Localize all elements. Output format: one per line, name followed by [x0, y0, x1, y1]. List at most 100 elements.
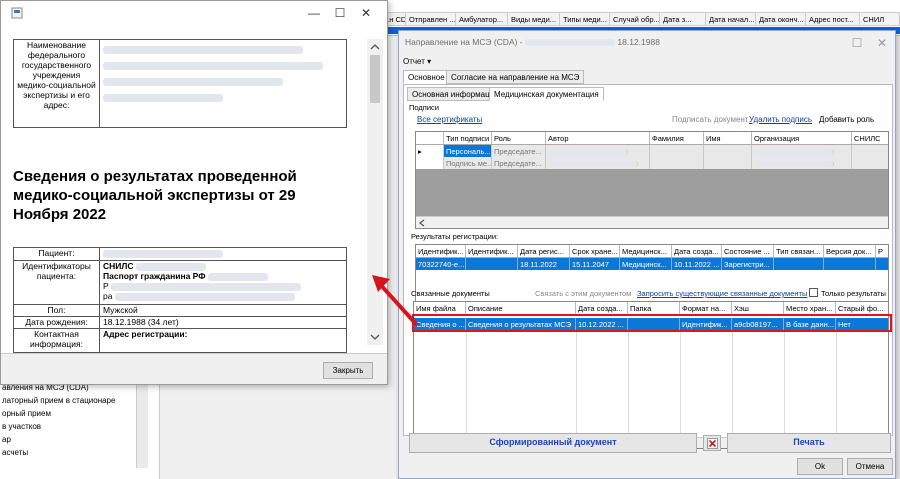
- bg-col[interactable]: Отправлен ...: [406, 13, 456, 25]
- redacted-text: [207, 272, 268, 281]
- grid-col[interactable]: Дата созда...: [672, 245, 722, 257]
- grid-col[interactable]: Место хран...: [784, 302, 836, 314]
- grid-cell[interactable]: [852, 145, 888, 157]
- grid-col[interactable]: Имя файла: [414, 302, 466, 314]
- grid-col[interactable]: Дата созда...: [576, 302, 628, 314]
- chevron-up-icon[interactable]: [370, 43, 380, 51]
- delete-document-button[interactable]: [703, 435, 721, 451]
- report-menu[interactable]: Отчет ▾: [403, 57, 431, 66]
- grid-col[interactable]: Описание: [466, 302, 576, 314]
- ok-button[interactable]: Ok: [797, 458, 843, 475]
- grid-col[interactable]: Состояние ...: [722, 245, 774, 257]
- cancel-button[interactable]: Отмена: [847, 458, 893, 475]
- grid-cell[interactable]: [704, 145, 752, 157]
- grid-cell[interactable]: [824, 258, 876, 270]
- grid-col[interactable]: Версия док...: [824, 245, 876, 257]
- grid-col[interactable]: Папка: [628, 302, 680, 314]
- list-item[interactable]: орный прием: [2, 409, 51, 418]
- table-row[interactable]: 70322740-е... 18.11.2022 15.11.2047 Меди…: [416, 258, 888, 270]
- minimize-button[interactable]: —: [301, 5, 327, 21]
- grid-cell[interactable]: [752, 157, 852, 169]
- list-item[interactable]: асчеты: [2, 448, 28, 457]
- window-title-text: Направление на МСЭ (CDA) -: [405, 37, 523, 47]
- tab-main[interactable]: Основное: [403, 70, 450, 84]
- grid-col[interactable]: Роль: [492, 132, 546, 144]
- only-results-checkbox[interactable]: [809, 288, 818, 297]
- list-item[interactable]: латорный прием в стационаре: [2, 396, 115, 405]
- list-item[interactable]: ар: [2, 435, 11, 444]
- request-related-docs-link[interactable]: Запросить существующие связанные докумен…: [637, 289, 807, 298]
- sign-document-button[interactable]: Подписать документ: [672, 115, 748, 124]
- scrollbar-thumb[interactable]: [370, 55, 380, 103]
- grid-cell[interactable]: [876, 258, 888, 270]
- bg-col[interactable]: Амбулатор...: [456, 13, 508, 25]
- chevron-left-icon[interactable]: [418, 219, 426, 227]
- grid-cell[interactable]: Зарегистри...: [722, 258, 774, 270]
- grid-cell[interactable]: 70322740-е...: [416, 258, 466, 270]
- bg-col[interactable]: Адрес пост...: [806, 13, 860, 25]
- bg-col[interactable]: Дата оконч...: [756, 13, 806, 25]
- grid-cell[interactable]: Подпись ме...: [444, 157, 492, 169]
- grid-col[interactable]: Формат на...: [680, 302, 732, 314]
- grid-cell[interactable]: Председате...: [492, 145, 546, 157]
- list-item[interactable]: в участков: [2, 422, 41, 431]
- grid-cell[interactable]: [852, 157, 888, 169]
- redacted-text: [114, 292, 295, 301]
- table-row[interactable]: Подпись ме... Председате...: [416, 157, 888, 169]
- grid-col[interactable]: [416, 132, 444, 144]
- grid-col[interactable]: Тип подписи: [444, 132, 492, 144]
- grid-cell[interactable]: [650, 145, 704, 157]
- grid-col[interactable]: Автор: [546, 132, 650, 144]
- bg-col[interactable]: Дата з...: [660, 13, 706, 25]
- grid-cell[interactable]: 18.11.2022: [518, 258, 570, 270]
- grid-col[interactable]: Организация: [752, 132, 852, 144]
- bg-col[interactable]: Дата начал...: [706, 13, 756, 25]
- grid-cell[interactable]: [466, 258, 518, 270]
- grid-cell[interactable]: Персональ...: [444, 145, 492, 157]
- identifiers-value: СНИЛС Паспорт гражданина РФ Р ра: [99, 260, 347, 305]
- grid-cell[interactable]: Медицинск...: [620, 258, 672, 270]
- chevron-down-icon[interactable]: [370, 333, 380, 341]
- maximize-button[interactable]: ☐: [844, 35, 870, 51]
- grid-cell[interactable]: Председате...: [492, 157, 546, 169]
- maximize-button[interactable]: ☐: [327, 5, 353, 21]
- close-button[interactable]: ✕: [353, 5, 379, 21]
- bg-col[interactable]: СНИЛ: [860, 13, 900, 25]
- grid-cell[interactable]: [650, 157, 704, 169]
- delete-signature-link[interactable]: Удалить подпись: [749, 115, 812, 124]
- grid-cell[interactable]: [546, 145, 650, 157]
- grid-col[interactable]: Идентифик...: [416, 245, 466, 257]
- table-row[interactable]: ▸ Персональ... Председате...: [416, 145, 888, 157]
- grid-cell[interactable]: [704, 157, 752, 169]
- add-role-button[interactable]: Добавить роль: [819, 115, 874, 124]
- tab-consent[interactable]: Согласие на направление на МСЭ: [446, 70, 585, 84]
- signatures-hscrollbar[interactable]: [416, 216, 888, 228]
- grid-cell[interactable]: [546, 157, 650, 169]
- grid-col[interactable]: Имя: [704, 132, 752, 144]
- grid-col[interactable]: Срок хране...: [570, 245, 620, 257]
- generated-document-button[interactable]: Сформированный документ: [409, 433, 697, 453]
- grid-cell[interactable]: 15.11.2047: [570, 258, 620, 270]
- grid-cell[interactable]: [774, 258, 824, 270]
- grid-col[interactable]: СНИЛС: [852, 132, 888, 144]
- close-button[interactable]: ✕: [869, 35, 895, 51]
- print-button[interactable]: Печать: [727, 433, 891, 453]
- grid-col[interactable]: Старый фо...: [836, 302, 888, 314]
- grid-col[interactable]: Хэш: [732, 302, 784, 314]
- grid-cell[interactable]: 10.11.2022 ...: [672, 258, 722, 270]
- bg-col[interactable]: Случай обр...: [610, 13, 660, 25]
- all-certificates-link[interactable]: Все сертификаты: [417, 115, 482, 124]
- close-document-button[interactable]: Закрыть: [323, 362, 373, 379]
- background-scrollbar[interactable]: [136, 378, 148, 468]
- grid-col[interactable]: Р: [876, 245, 888, 257]
- grid-col[interactable]: Дата регис...: [518, 245, 570, 257]
- link-to-document-button[interactable]: Связать с этим документом: [535, 289, 631, 298]
- bg-col[interactable]: Виды меди...: [508, 13, 560, 25]
- grid-col[interactable]: Фамилия: [650, 132, 704, 144]
- grid-cell[interactable]: [752, 145, 852, 157]
- grid-col[interactable]: Медицинск...: [620, 245, 672, 257]
- grid-col[interactable]: Тип связан...: [774, 245, 824, 257]
- tab-medical-docs[interactable]: Медицинская документация: [489, 87, 604, 101]
- grid-col[interactable]: Идентифик...: [466, 245, 518, 257]
- bg-col[interactable]: Типы меди...: [560, 13, 610, 25]
